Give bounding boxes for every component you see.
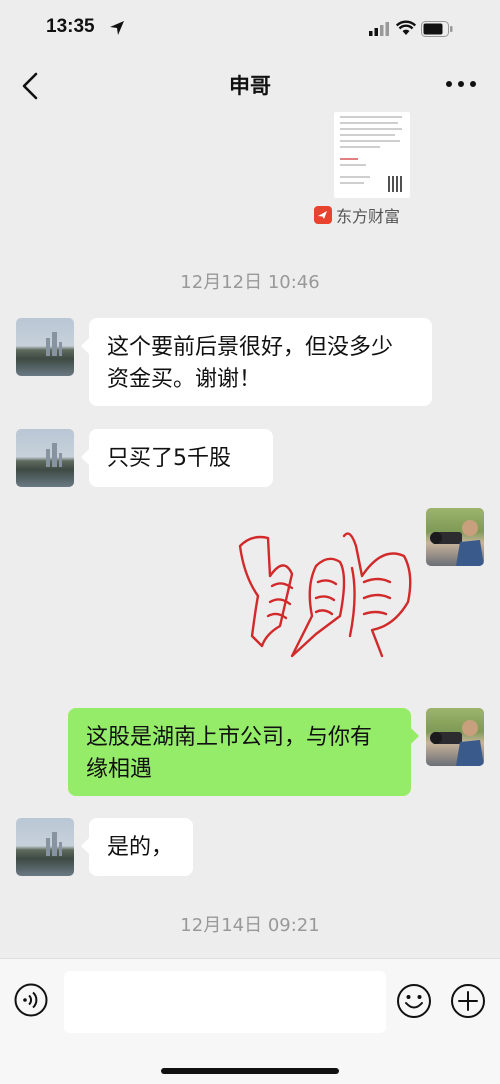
battery-icon: [421, 21, 453, 37]
voice-input-button[interactable]: [14, 983, 48, 1017]
message-bubble-outgoing[interactable]: 这股是湖南上市公司，与你有缘相遇: [68, 708, 419, 796]
message-bubble-incoming[interactable]: 这个要前后景很好，但没多少资金买。谢谢！: [81, 318, 432, 406]
shared-article-card[interactable]: [334, 112, 410, 198]
contact-avatar[interactable]: [16, 429, 74, 487]
message-timestamp: 12月14日 09:21: [180, 915, 320, 936]
emoji-button[interactable]: [396, 983, 432, 1019]
chat-input-bar: [0, 958, 500, 1084]
message-input[interactable]: [64, 971, 386, 1033]
home-indicator[interactable]: [161, 1068, 339, 1074]
status-bar: 13:35: [0, 0, 500, 60]
eastmoney-logo-icon: [314, 206, 332, 224]
message-timestamp: 12月12日 10:46: [180, 272, 320, 293]
status-time: 13:35: [46, 16, 95, 37]
contact-avatar[interactable]: [16, 818, 74, 876]
qr-code-icon: [388, 176, 404, 192]
message-bubble-incoming[interactable]: 是的，: [81, 818, 193, 876]
chat-title: 申哥: [229, 74, 271, 98]
card-source: 东方财富: [314, 204, 400, 226]
wifi-icon: [396, 20, 416, 35]
cellular-signal-icon: [369, 22, 389, 36]
my-avatar[interactable]: [426, 508, 484, 566]
my-avatar[interactable]: [426, 708, 484, 766]
chat-header: 申哥: [0, 60, 500, 112]
thumbs-up-sticker-icon[interactable]: [232, 516, 420, 664]
card-source-label: 东方财富: [336, 207, 401, 226]
location-arrow-icon: [110, 21, 124, 35]
more-options-button[interactable]: [444, 72, 478, 96]
contact-avatar[interactable]: [16, 318, 74, 376]
message-bubble-incoming[interactable]: 只买了5千股: [81, 429, 273, 487]
more-functions-plus-button[interactable]: [450, 983, 486, 1019]
